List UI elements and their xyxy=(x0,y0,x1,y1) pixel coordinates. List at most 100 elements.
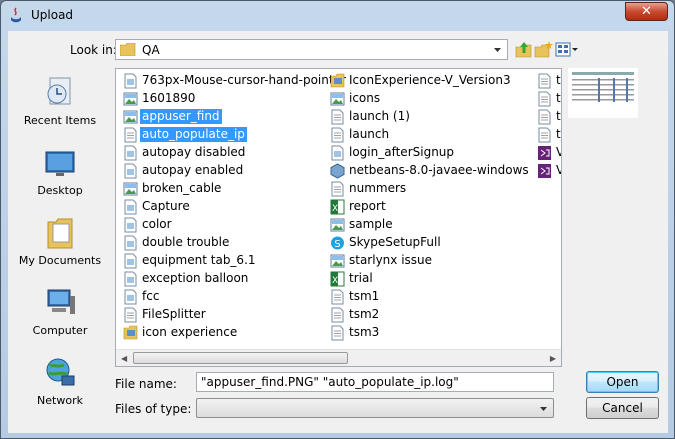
file-item[interactable]: ts xyxy=(533,72,561,90)
file-item[interactable]: launch xyxy=(326,126,531,144)
file-list[interactable]: 763px-Mouse-cursor-hand-pointer 1601890 ap… xyxy=(115,68,562,367)
chevron-down-icon[interactable] xyxy=(536,401,551,416)
place-my-documents[interactable]: My Documents xyxy=(18,210,102,276)
file-item[interactable]: autopay disabled xyxy=(119,144,324,162)
file-name: auto_populate_ip xyxy=(140,127,247,142)
file-name: color xyxy=(142,217,172,231)
place-label: Computer xyxy=(32,324,88,337)
place-label: My Documents xyxy=(18,254,102,267)
file-item[interactable]: starlynx issue xyxy=(326,252,531,270)
text-file-icon xyxy=(538,73,551,89)
file-item[interactable]: Xtrial xyxy=(326,270,531,288)
file-name: tsm3 xyxy=(349,325,380,339)
place-desktop[interactable]: Desktop xyxy=(18,140,102,206)
file-item[interactable]: double trouble xyxy=(119,234,324,252)
file-column: IconExperience-V_Version3icons launch (1)… xyxy=(326,72,531,342)
file-item[interactable]: launch (1) xyxy=(326,108,531,126)
file-item[interactable]: 763px-Mouse-cursor-hand-pointer xyxy=(119,72,346,90)
svg-text:S: S xyxy=(334,239,340,250)
file-item[interactable]: autopay enabled xyxy=(119,162,324,180)
file-name: VI xyxy=(554,163,561,178)
close-button[interactable]: ✕ xyxy=(625,2,668,21)
file-item[interactable]: tsm1 xyxy=(326,288,531,306)
file-item[interactable]: login_afterSignup xyxy=(326,144,531,162)
file-name: 1601890 xyxy=(142,91,196,105)
image-file-icon xyxy=(330,254,345,268)
file-item[interactable]: ts xyxy=(533,90,561,108)
place-network[interactable]: Network xyxy=(18,350,102,416)
text-file-icon xyxy=(331,181,344,197)
file-item[interactable]: Vi xyxy=(533,144,561,162)
place-label: Desktop xyxy=(37,184,83,197)
document-icon xyxy=(124,217,137,233)
file-item[interactable]: tsm3 xyxy=(326,324,531,342)
scrollbar-thumb[interactable] xyxy=(133,352,348,364)
file-item[interactable]: equipment tab_6.1 xyxy=(119,252,324,270)
file-item[interactable]: exception balloon xyxy=(119,270,324,288)
look-in-combo[interactable]: QA xyxy=(115,39,508,60)
text-file-icon xyxy=(331,127,344,143)
file-item[interactable]: FileSplitter xyxy=(119,306,324,324)
new-folder-icon[interactable] xyxy=(534,40,553,59)
file-item[interactable]: icons xyxy=(326,90,531,108)
open-button[interactable]: Open xyxy=(586,371,659,393)
text-file-icon xyxy=(538,127,551,143)
file-item[interactable]: sample xyxy=(326,216,531,234)
titlebar[interactable]: Upload ✕ xyxy=(1,1,674,31)
recent-items-icon xyxy=(47,77,71,105)
image-file-icon xyxy=(123,92,138,106)
file-name: Capture xyxy=(142,199,190,213)
file-item[interactable]: appuser_find xyxy=(119,108,324,126)
files-of-type-combo[interactable] xyxy=(196,398,554,418)
scroll-right-icon[interactable]: ▶ xyxy=(550,354,556,363)
file-name: FileSplitter xyxy=(142,307,206,321)
file-item[interactable]: tsm2 xyxy=(326,306,531,324)
file-name: ts xyxy=(556,73,561,87)
file-name: broken_cable xyxy=(142,181,222,195)
view-menu-icon[interactable] xyxy=(555,40,579,59)
file-item[interactable]: netbeans-8.0-javaee-windows xyxy=(326,162,531,180)
image-folder-icon xyxy=(330,73,345,88)
file-item[interactable]: broken_cable xyxy=(119,180,324,198)
file-item[interactable]: Capture xyxy=(119,198,324,216)
file-item[interactable]: auto_populate_ip xyxy=(119,126,324,144)
file-name: ts xyxy=(556,127,561,141)
look-in-value: QA xyxy=(142,43,160,57)
file-item[interactable]: icon experience xyxy=(119,324,324,342)
file-item[interactable]: VI xyxy=(533,162,561,180)
document-icon xyxy=(124,73,137,89)
file-name: login_afterSignup xyxy=(349,145,455,159)
place-recent-items[interactable]: Recent Items xyxy=(18,70,102,136)
file-name-input[interactable] xyxy=(196,372,554,392)
file-item[interactable]: IconExperience-V_Version3 xyxy=(326,72,531,90)
file-name: launch (1) xyxy=(349,109,410,123)
text-file-icon xyxy=(538,91,551,107)
file-item[interactable]: ts xyxy=(533,126,561,144)
excel-file-icon: X xyxy=(330,199,345,215)
file-item[interactable]: nummers xyxy=(326,180,531,198)
file-name: Vi xyxy=(554,145,561,160)
file-name: report xyxy=(349,199,386,213)
horizontal-scrollbar[interactable]: ◀ ▶ xyxy=(116,349,561,366)
file-item[interactable]: ts xyxy=(533,108,561,126)
file-item[interactable]: color xyxy=(119,216,324,234)
file-item[interactable]: fcc xyxy=(119,288,324,306)
scroll-left-icon[interactable]: ◀ xyxy=(121,354,127,363)
file-item[interactable]: S SkypeSetupFull xyxy=(326,234,531,252)
document-icon xyxy=(124,253,137,269)
text-file-icon xyxy=(538,109,551,125)
cancel-button[interactable]: Cancel xyxy=(586,397,659,419)
text-file-icon xyxy=(331,289,344,305)
place-computer[interactable]: Computer xyxy=(18,280,102,346)
my-documents-icon xyxy=(47,218,73,249)
chevron-down-icon[interactable] xyxy=(490,42,505,57)
file-name: launch xyxy=(349,127,390,141)
file-item[interactable]: Xreport xyxy=(326,198,531,216)
up-folder-icon[interactable] xyxy=(514,40,533,59)
file-item[interactable]: 1601890 xyxy=(119,90,324,108)
document-icon xyxy=(124,235,137,251)
text-file-icon xyxy=(331,325,344,341)
document-icon xyxy=(124,289,137,305)
place-label: Network xyxy=(37,394,83,407)
file-name: IconExperience-V_Version3 xyxy=(349,73,511,87)
